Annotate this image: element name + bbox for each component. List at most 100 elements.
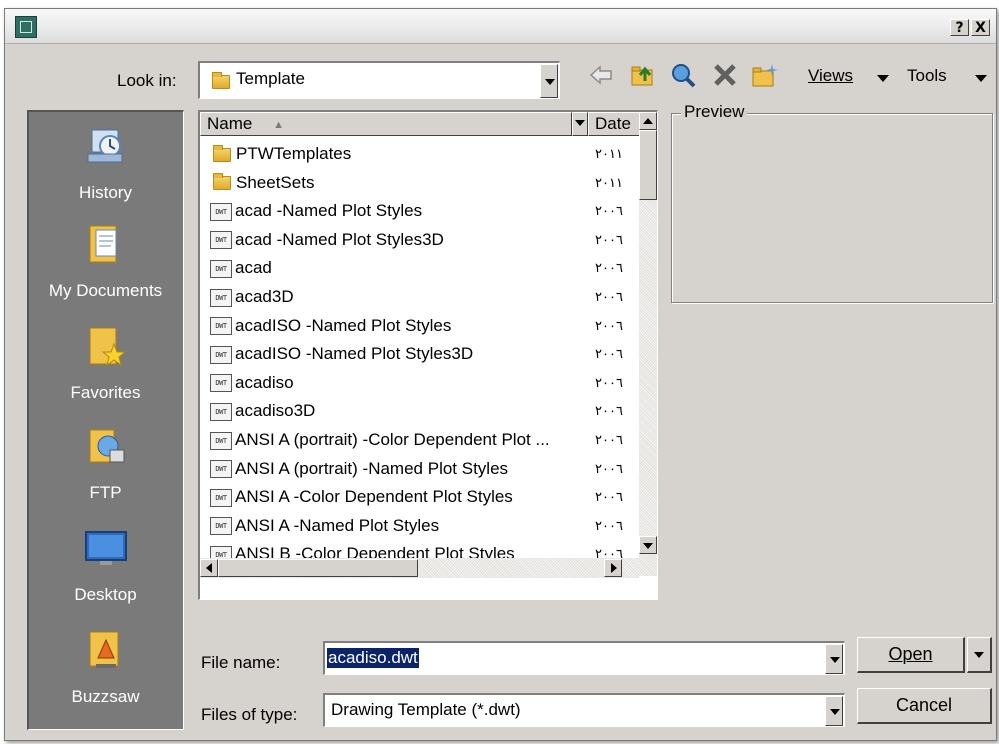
column-header-dropdown[interactable] [572, 112, 588, 136]
preview-panel [671, 113, 993, 303]
dwt-file-icon: DWT [210, 402, 232, 421]
file-row[interactable]: DWT acad ٢٠٠٦ [210, 254, 650, 281]
column-header-name[interactable]: Name ▲ [200, 112, 572, 136]
open-button[interactable]: Open [857, 637, 965, 673]
place-desktop[interactable]: Desktop [29, 526, 182, 605]
close-button[interactable]: X [971, 19, 990, 36]
scroll-left-button[interactable] [200, 559, 218, 577]
folder-icon [213, 173, 231, 191]
file-name-label: File name: [201, 653, 281, 672]
scroll-up-button[interactable] [639, 112, 657, 130]
horizontal-scroll-thumb[interactable] [218, 559, 418, 577]
history-icon [87, 129, 122, 163]
vertical-scrollbar[interactable] [639, 112, 657, 576]
dwt-file-icon: DWT [210, 202, 232, 221]
folder-icon [213, 144, 231, 162]
buzzsaw-icon [89, 631, 118, 668]
file-name: PTWTemplates [236, 144, 352, 163]
file-date: ٢٠٠٦ [595, 317, 623, 333]
file-row[interactable]: DWT ANSI A -Color Dependent Plot Styles ٢٠… [210, 483, 650, 510]
preview-label: Preview [681, 102, 748, 122]
help-button[interactable]: ? [950, 19, 969, 36]
place-label: History [79, 183, 132, 202]
file-date: ٢٠١١ [595, 146, 623, 161]
ftp-icon [89, 429, 124, 463]
file-row[interactable]: DWT acad3D ٢٠٠٦ [210, 283, 650, 310]
dwt-file-icon: DWT [210, 259, 232, 278]
arrow-right-icon [611, 563, 617, 573]
title-bar: ? X [5, 9, 996, 44]
file-row[interactable]: DWT acad -Named Plot Styles3D ٢٠٠٦ [210, 226, 650, 253]
file-name: acadISO -Named Plot Styles3D [235, 344, 474, 364]
file-name-chevron-down-icon[interactable] [825, 644, 843, 674]
file-row[interactable]: DWT acad -Named Plot Styles ٢٠٠٦ [210, 197, 650, 224]
open-template-dialog: ? X Look in: Template Views Tools Histor… [4, 8, 997, 741]
dwt-file-icon: DWT [210, 288, 232, 307]
search-web-icon[interactable] [669, 61, 697, 89]
place-label: My Documents [48, 281, 163, 300]
horizontal-scrollbar[interactable] [200, 558, 639, 578]
file-name-input[interactable]: acadiso.dwt [323, 641, 845, 675]
arrow-down-icon [643, 543, 653, 549]
file-list: Name ▲ Date PTWTemplates ٢٠١١ SheetSets ٢٠١… [198, 110, 658, 600]
desktop-icon [84, 531, 127, 565]
file-row[interactable]: DWT acadiso ٢٠٠٦ [210, 369, 650, 396]
place-buzzsaw[interactable]: Buzzsaw [29, 628, 182, 707]
my-documents-icon [89, 225, 116, 263]
place-favorites[interactable]: Favorites [29, 324, 182, 403]
file-row[interactable]: DWT ANSI A -Named Plot Styles ٢٠٠٦ [210, 512, 650, 539]
files-of-type-chevron-down-icon[interactable] [825, 696, 843, 726]
file-date: ٢٠٠٦ [595, 403, 623, 419]
look-in-dropdown[interactable]: Template [198, 61, 560, 99]
file-name: acad -Named Plot Styles [235, 201, 423, 221]
file-date: ٢٠٠٦ [595, 517, 623, 533]
cancel-button[interactable]: Cancel [857, 688, 992, 724]
file-date: ٢٠٠٦ [595, 489, 623, 505]
vertical-scroll-thumb[interactable] [639, 130, 657, 200]
file-date: ٢٠٠٦ [595, 374, 623, 390]
file-name: acad [235, 258, 272, 278]
file-name: acad -Named Plot Styles3D [235, 229, 444, 249]
file-date: ٢٠٠٦ [595, 231, 623, 247]
create-new-folder-icon[interactable] [751, 61, 779, 89]
dwt-file-icon: DWT [210, 517, 232, 536]
file-row[interactable]: DWT acadISO -Named Plot Styles ٢٠٠٦ [210, 312, 650, 339]
views-menu[interactable]: Views [808, 66, 853, 86]
views-chevron-down-icon[interactable] [877, 75, 889, 83]
folder-icon [212, 72, 230, 89]
tools-menu[interactable]: Tools [907, 66, 947, 86]
scroll-right-button[interactable] [604, 559, 622, 577]
scroll-down-button[interactable] [639, 536, 657, 554]
place-ftp[interactable]: FTP [29, 424, 182, 503]
file-date: ٢٠٠٦ [595, 460, 623, 476]
tools-chevron-down-icon[interactable] [975, 75, 987, 83]
file-row[interactable]: SheetSets ٢٠١١ [210, 169, 650, 196]
file-row[interactable]: DWT acadISO -Named Plot Styles3D ٢٠٠٦ [210, 340, 650, 367]
column-header-date[interactable]: Date [588, 112, 644, 136]
file-row[interactable]: DWT ANSI A (portrait) -Named Plot Styles ٢… [210, 455, 650, 482]
favorites-icon [89, 327, 126, 367]
delete-icon[interactable] [711, 61, 739, 89]
chevron-down-icon [575, 120, 585, 126]
place-history[interactable]: History [29, 124, 182, 203]
dwt-file-icon: DWT [210, 374, 232, 393]
file-date: ٢٠٠٦ [595, 289, 623, 304]
sort-ascending-icon: ▲ [273, 119, 284, 131]
up-one-level-icon[interactable] [629, 61, 657, 89]
back-icon[interactable] [587, 61, 615, 89]
place-my-documents[interactable]: My Documents [29, 222, 182, 301]
file-date: ٢٠٠٦ [595, 346, 623, 362]
file-row[interactable]: PTWTemplates ٢٠١١ [210, 140, 650, 167]
file-date: ٢٠٠٦ [595, 260, 623, 276]
files-of-type-dropdown[interactable]: Drawing Template (*.dwt) [323, 693, 845, 727]
file-name: acadISO -Named Plot Styles [235, 315, 452, 335]
arrow-up-icon [643, 118, 653, 124]
file-row[interactable]: DWT acadiso3D ٢٠٠٦ [210, 397, 650, 424]
open-options-button[interactable] [967, 637, 992, 673]
look-in-label: Look in: [117, 71, 177, 90]
chevron-down-icon[interactable] [540, 64, 558, 98]
file-name: ANSI A -Color Dependent Plot Styles [235, 487, 513, 507]
file-row[interactable]: DWT ANSI A (portrait) -Color Dependent Pl… [210, 426, 650, 453]
place-label: Desktop [74, 585, 137, 604]
file-date: ٢٠٠٦ [595, 432, 623, 447]
